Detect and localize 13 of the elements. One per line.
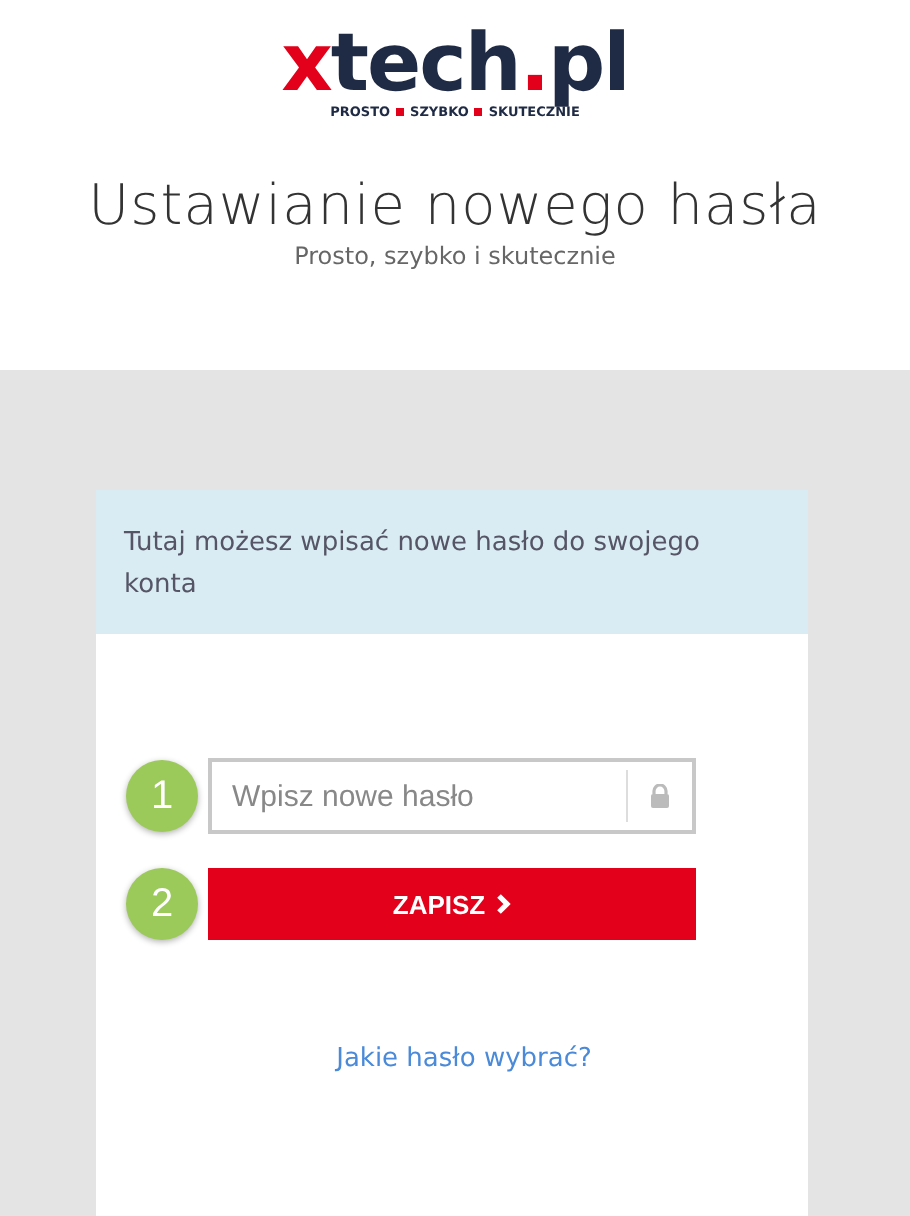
lock-icon xyxy=(650,784,670,808)
chevron-icon xyxy=(495,894,512,914)
save-button[interactable]: ZAPISZ xyxy=(208,868,696,940)
logo-text: x xyxy=(281,18,331,110)
password-field[interactable]: Wpisz nowe hasło xyxy=(208,758,696,834)
help-link[interactable]: Jakie hasło wybrać? xyxy=(336,1044,592,1074)
page-subtitle: Prosto, szybko i skutecznie xyxy=(294,242,616,270)
step-number: 1 xyxy=(126,760,198,832)
info-message: Tutaj możesz wpisać nowe hasło do swojego konta xyxy=(96,490,808,634)
page-title: Ustawianie nowego hasła xyxy=(88,172,822,238)
square-icon xyxy=(474,108,483,116)
square-icon xyxy=(396,108,405,116)
step-number: 2 xyxy=(126,868,198,940)
